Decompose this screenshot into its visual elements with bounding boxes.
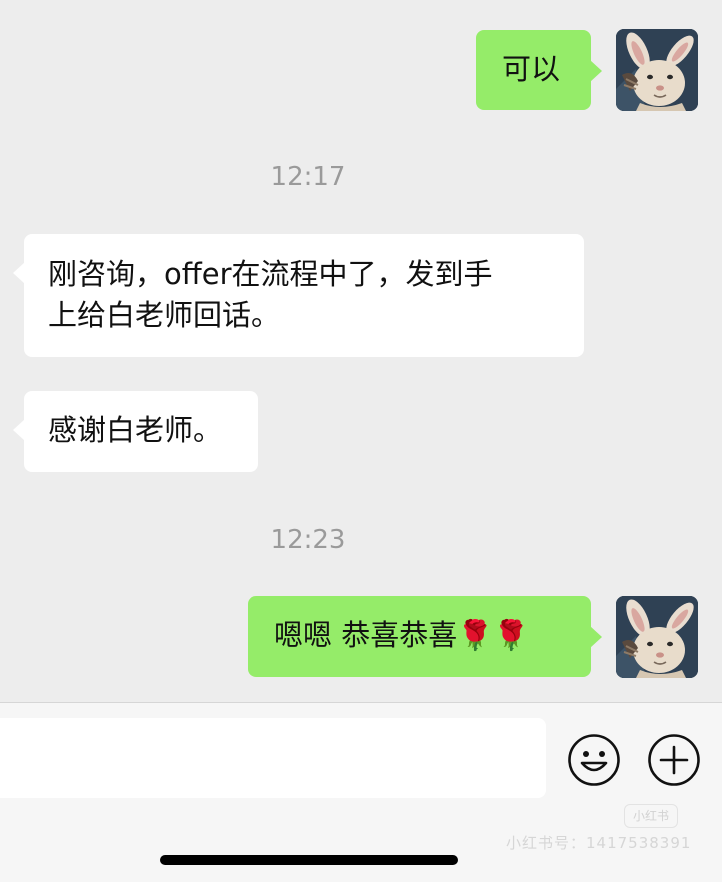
message-text: 可以 [502, 52, 561, 86]
message-text: 嗯嗯 恭喜恭喜🌹🌹 [274, 618, 530, 652]
chat-area: 可以 12:17 刚咨询，offer在流程中了，发到手 上给白老师回话。 感谢白… [0, 0, 722, 702]
emoji-button[interactable] [567, 733, 621, 787]
watermark-id: 小红书号：1417538391 [506, 834, 692, 852]
message-text-line-2: 上给白老师回话。 [48, 298, 281, 332]
avatar[interactable] [616, 596, 698, 678]
message-text: 感谢白老师。 [48, 413, 223, 447]
outgoing-message[interactable]: 可以 [476, 30, 602, 110]
message-input[interactable] [0, 718, 546, 798]
outgoing-message[interactable]: 嗯嗯 恭喜恭喜🌹🌹 [248, 596, 602, 677]
watermark-logo: 小红书 [624, 804, 678, 828]
plus-icon [648, 734, 700, 786]
message-text-line-1: 刚咨询，offer在流程中了，发到手 [48, 257, 493, 291]
home-indicator[interactable] [160, 855, 458, 865]
rabbit-avatar-icon [616, 596, 698, 678]
timestamp: 12:23 [270, 525, 346, 555]
add-button[interactable] [647, 733, 701, 787]
incoming-message[interactable]: 刚咨询，offer在流程中了，发到手 上给白老师回话。 [13, 234, 584, 357]
avatar[interactable] [616, 29, 698, 111]
timestamp: 12:17 [270, 162, 346, 192]
incoming-message[interactable]: 感谢白老师。 [13, 391, 258, 472]
smiley-icon [568, 734, 620, 786]
rabbit-avatar-icon [616, 29, 698, 111]
